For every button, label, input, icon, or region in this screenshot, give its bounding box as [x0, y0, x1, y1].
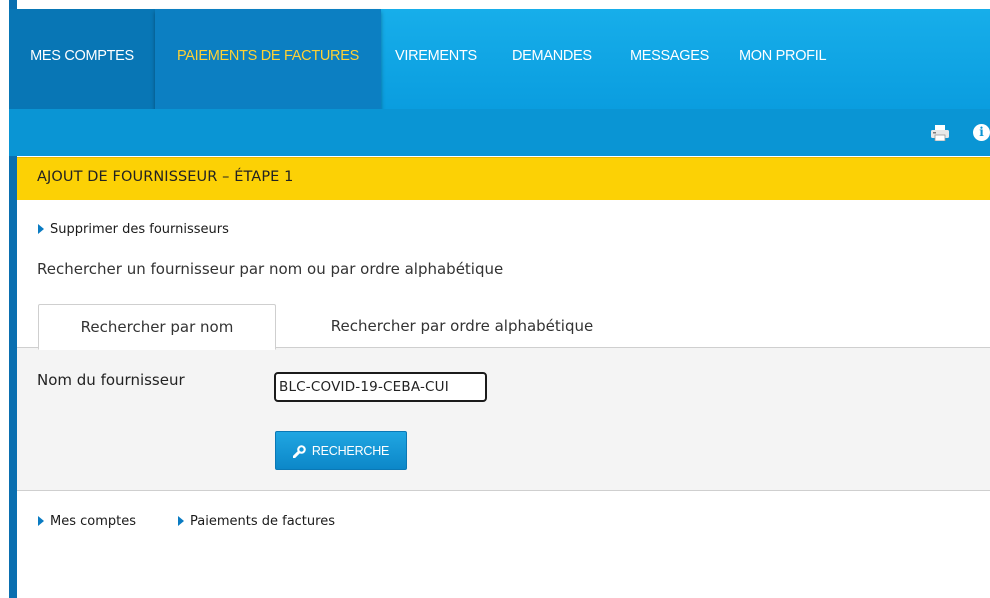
chevron-right-icon	[38, 515, 44, 526]
search-instructions: Rechercher un fournisseur par nom ou par…	[37, 260, 504, 278]
print-icon[interactable]	[931, 125, 949, 142]
search-panel	[17, 348, 990, 491]
nav-item-virements[interactable]: VIREMENTS	[395, 9, 477, 109]
breadcrumb-paiements-label: Paiements de factures	[190, 514, 335, 529]
chevron-right-icon	[38, 223, 44, 234]
nav-item-mon-profil[interactable]: MON PROFIL	[739, 9, 827, 109]
step-title: AJOUT DE FOURNISSEUR – ÉTAPE 1	[37, 169, 294, 185]
breadcrumb-paiements-de-factures[interactable]: Paiements de factures	[178, 514, 335, 529]
nav-item-paiements-de-factures[interactable]: PAIEMENTS DE FACTURES	[155, 9, 381, 115]
tab-search-by-name[interactable]: Rechercher par nom	[38, 304, 276, 350]
top-navigation: MES COMPTES PAIEMENTS DE FACTURES VIREME…	[9, 9, 990, 115]
chevron-right-icon	[178, 515, 184, 526]
delete-suppliers-label: Supprimer des fournisseurs	[50, 222, 229, 237]
breadcrumb-mes-comptes-label: Mes comptes	[50, 514, 137, 529]
page-left-margin	[0, 0, 9, 598]
search-button-label: RECHERCHE	[311, 443, 390, 458]
nav-item-mes-comptes[interactable]: MES COMPTES	[9, 9, 155, 109]
nav-item-demandes[interactable]: DEMANDES	[512, 9, 592, 109]
magnifier-icon	[292, 444, 307, 458]
supplier-name-input[interactable]	[274, 372, 487, 402]
tab-search-alphabetical[interactable]: Rechercher par ordre alphabétique	[290, 304, 634, 348]
delete-suppliers-link[interactable]: Supprimer des fournisseurs	[38, 222, 229, 237]
breadcrumb-mes-comptes[interactable]: Mes comptes	[38, 514, 136, 529]
step-header: AJOUT DE FOURNISSEUR – ÉTAPE 1	[17, 157, 990, 200]
nav-item-messages[interactable]: MESSAGES	[630, 9, 709, 109]
search-button[interactable]: RECHERCHE	[275, 431, 407, 470]
supplier-name-label: Nom du fournisseur	[37, 371, 185, 389]
utility-toolbar: i	[9, 109, 990, 156]
info-icon[interactable]: i	[973, 124, 990, 141]
